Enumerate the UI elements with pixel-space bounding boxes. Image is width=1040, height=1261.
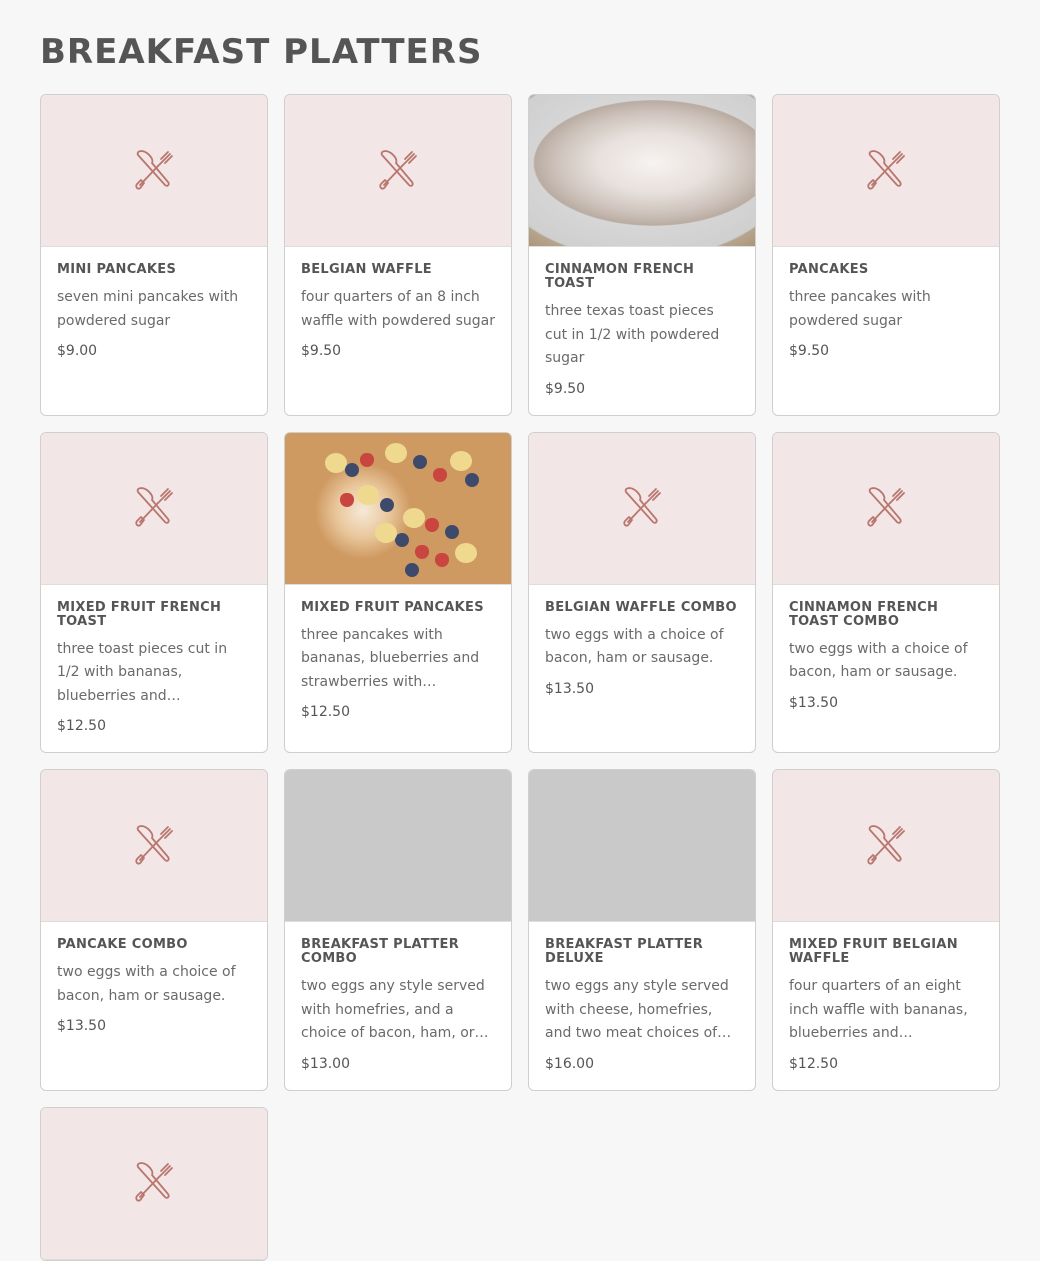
menu-page: BREAKFAST PLATTERS MINI PANCAKES seven mi… [0, 0, 1040, 1261]
fork-knife-icon [132, 484, 176, 532]
menu-item-card[interactable]: MIXED FRUIT BELGIAN WAFFLE four quarters … [772, 769, 1000, 1091]
menu-item-body: BELGIAN WAFFLE COMBO two eggs with a choi… [529, 585, 755, 715]
menu-item-name: PANCAKES [789, 262, 869, 277]
menu-item-price: $12.50 [57, 718, 106, 734]
menu-item-name: BREAKFAST PLATTER COMBO [301, 937, 460, 966]
fork-knife-icon [132, 1159, 176, 1207]
menu-item-description: two eggs any style served with cheese, h… [545, 978, 729, 1041]
menu-item-price: $9.50 [545, 380, 586, 397]
menu-item-description: two eggs with a choice of bacon, ham or … [789, 640, 968, 681]
menu-item-card[interactable]: CINNAMON FRENCH TOAST COMBO two eggs with… [772, 431, 1000, 753]
menu-item-card[interactable]: BREAKFAST PLATTER DELUXE two eggs any sty… [528, 769, 756, 1091]
menu-item-image [285, 432, 511, 585]
menu-item-price: $13.50 [789, 694, 838, 711]
menu-item-image [773, 432, 999, 585]
menu-item-description: four quarters of an 8 inch waffle with p… [301, 289, 495, 329]
menu-item-price: $9.00 [57, 343, 98, 359]
section-title: BREAKFAST PLATTERS [40, 32, 483, 72]
menu-item-price: $13.50 [545, 680, 594, 697]
menu-item-price: $16.00 [545, 1055, 594, 1072]
menu-item-body: BELGIAN WAFFLE four quarters of an 8 inch… [285, 247, 511, 377]
menu-item-price: $13.50 [57, 1018, 106, 1034]
menu-item-image [773, 770, 999, 922]
menu-item-card[interactable]: MINI PANCAKES seven mini pancakes with po… [40, 94, 268, 416]
menu-item-description: two eggs with a choice of bacon, ham or … [545, 626, 724, 667]
menu-item-price: $12.50 [301, 704, 350, 720]
menu-item-price: $12.50 [789, 1055, 838, 1072]
menu-grid: MINI PANCAKES seven mini pancakes with po… [40, 94, 1000, 1261]
menu-item-name: MINI PANCAKES [57, 262, 177, 277]
menu-item-image [41, 1107, 267, 1260]
menu-item-card[interactable]: BELGIAN WAFFLE COMBO two eggs with a choi… [528, 431, 756, 753]
menu-item-card[interactable] [40, 1106, 268, 1261]
menu-item-card[interactable]: MIXED FRUIT FRENCH TOAST three toast piec… [40, 431, 268, 753]
menu-item-image [285, 770, 511, 922]
menu-item-name: PANCAKE COMBO [57, 937, 188, 952]
menu-item-body: PANCAKES three pancakes with powdered sug… [773, 247, 999, 377]
fork-knife-icon [864, 484, 908, 532]
menu-item-image [285, 95, 511, 247]
menu-item-image [529, 770, 755, 922]
menu-item-card[interactable]: CINNAMON FRENCH TOAST three texas toast p… [528, 94, 756, 416]
fork-knife-icon [132, 822, 176, 870]
menu-item-image [529, 432, 755, 585]
menu-item-price: $9.50 [301, 343, 342, 359]
menu-item-card[interactable]: PANCAKES three pancakes with powdered sug… [772, 94, 1000, 416]
menu-item-description: two eggs with a choice of bacon, ham or … [57, 964, 236, 1004]
menu-item-name: MIXED FRUIT FRENCH TOAST [57, 599, 222, 629]
menu-item-name: BREAKFAST PLATTER DELUXE [545, 937, 704, 966]
menu-item-image [41, 432, 267, 585]
fork-knife-icon [864, 822, 908, 870]
menu-item-body: MIXED FRUIT BELGIAN WAFFLE four quarters … [773, 922, 999, 1090]
menu-item-description: three pancakes with powdered sugar [789, 289, 931, 329]
fork-knife-icon [132, 147, 176, 195]
menu-item-name: CINNAMON FRENCH TOAST [545, 262, 695, 291]
menu-item-body: MIXED FRUIT FRENCH TOAST three toast piec… [41, 585, 267, 753]
menu-item-card[interactable]: PANCAKE COMBO two eggs with a choice of b… [40, 769, 268, 1091]
menu-item-body: PANCAKE COMBO two eggs with a choice of b… [41, 922, 267, 1052]
fork-knife-icon [620, 484, 664, 532]
menu-item-body: BREAKFAST PLATTER COMBO two eggs any styl… [285, 922, 511, 1090]
menu-item-name: BELGIAN WAFFLE COMBO [545, 599, 737, 615]
menu-item-description: three pancakes with bananas, blueberries… [301, 626, 480, 690]
menu-item-description: two eggs any style served with homefries… [301, 978, 485, 1041]
menu-item-body: MIXED FRUIT PANCAKES three pancakes with … [285, 585, 511, 739]
menu-item-description: three texas toast pieces cut in 1/2 with… [545, 303, 720, 366]
menu-item-card[interactable]: BREAKFAST PLATTER COMBO two eggs any styl… [284, 769, 512, 1091]
menu-item-card[interactable]: BELGIAN WAFFLE four quarters of an 8 inch… [284, 94, 512, 416]
menu-item-image [773, 95, 999, 247]
menu-item-name: MIXED FRUIT BELGIAN WAFFLE [789, 937, 958, 966]
menu-item-description: seven mini pancakes with powdered sugar [57, 289, 239, 329]
menu-item-image [41, 770, 267, 922]
menu-item-name: BELGIAN WAFFLE [301, 262, 432, 277]
menu-item-image [529, 95, 755, 247]
menu-item-description: three toast pieces cut in 1/2 with banan… [57, 640, 228, 704]
menu-item-body: BREAKFAST PLATTER DELUXE two eggs any sty… [529, 922, 755, 1090]
menu-item-price: $9.50 [789, 343, 830, 359]
menu-item-description: four quarters of an eight inch waffle wi… [789, 978, 968, 1041]
menu-item-name: CINNAMON FRENCH TOAST COMBO [789, 599, 939, 629]
menu-item-name: MIXED FRUIT PANCAKES [301, 599, 484, 615]
fork-knife-icon [376, 147, 420, 195]
menu-item-body: MINI PANCAKES seven mini pancakes with po… [41, 247, 267, 377]
menu-item-price: $13.00 [301, 1055, 350, 1072]
fork-knife-icon [864, 147, 908, 195]
menu-item-card[interactable]: MIXED FRUIT PANCAKES three pancakes with … [284, 431, 512, 753]
menu-item-body: CINNAMON FRENCH TOAST three texas toast p… [529, 247, 755, 415]
menu-item-body: CINNAMON FRENCH TOAST COMBO two eggs with… [773, 585, 999, 729]
menu-item-image [41, 95, 267, 247]
